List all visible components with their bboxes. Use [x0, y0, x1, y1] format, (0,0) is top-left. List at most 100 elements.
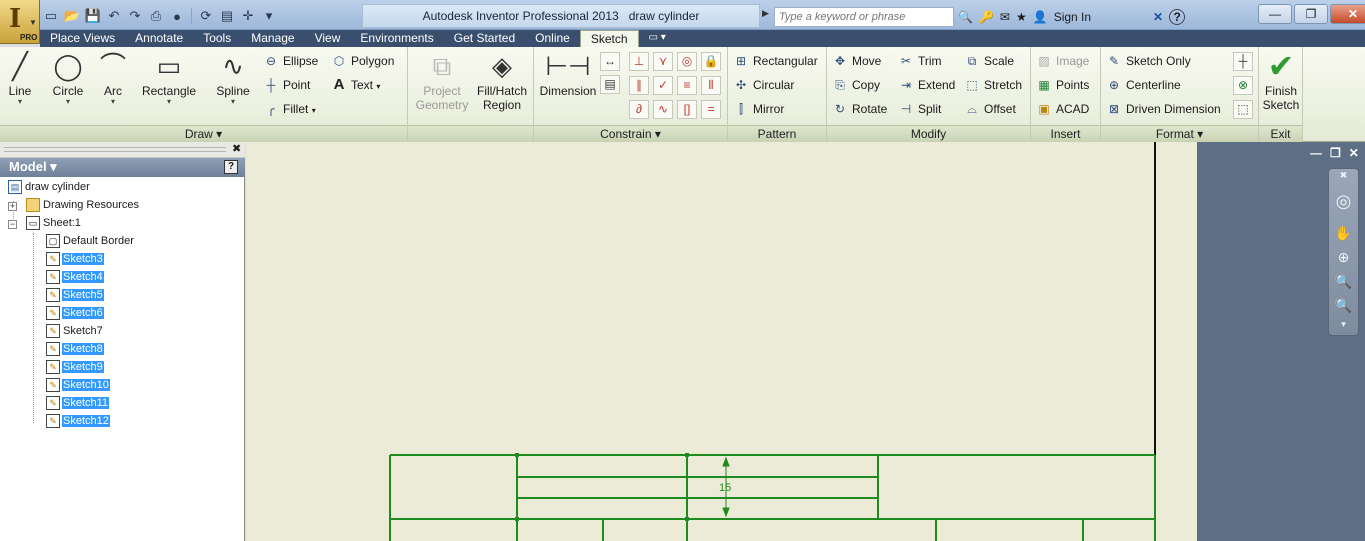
horizontal-icon[interactable]: ≡ [677, 76, 697, 95]
symmetric-icon[interactable]: [] [677, 100, 697, 119]
tree-sketch-item[interactable]: ✎ Sketch5 [46, 287, 104, 305]
line-button[interactable]: ╱ Line ▾ [4, 51, 36, 106]
binoculars-icon[interactable]: 🔍 [958, 10, 973, 24]
steering-wheel-icon[interactable]: ◎ [1329, 191, 1358, 212]
sign-in-link[interactable]: Sign In [1054, 10, 1091, 24]
tab-tools[interactable]: Tools [193, 30, 241, 47]
spline-button[interactable]: ∿ Spline ▾ [212, 51, 254, 106]
tree-default-border[interactable]: ▢ Default Border [46, 233, 135, 251]
mirror-button[interactable]: ⫿ Mirror [732, 99, 784, 119]
customize-dropdown-icon[interactable]: ▾ [260, 7, 278, 25]
restore-button[interactable]: ❐ [1294, 4, 1328, 24]
smooth-icon[interactable]: ∂ [629, 100, 649, 119]
text-button[interactable]: A Text ▾ [330, 75, 381, 95]
print-icon[interactable]: ⎙ [147, 7, 165, 25]
customize-icon[interactable]: ▾ [1329, 319, 1358, 330]
doc-minimize-icon[interactable]: — [1310, 146, 1322, 160]
tab-sketch[interactable]: Sketch [579, 30, 639, 47]
close-button[interactable]: ✕ [1330, 4, 1365, 24]
collapse-icon[interactable]: − [8, 220, 17, 229]
subscription-icon[interactable]: 🔑 [979, 10, 994, 24]
zoom-icon[interactable]: ⊕ [1329, 249, 1358, 266]
fillet-button[interactable]: ╭ Fillet ▾ [262, 99, 315, 119]
application-menu-button[interactable]: I ▼ PRO [0, 0, 40, 44]
sketch-point[interactable] [685, 517, 689, 521]
fill-hatch-button[interactable]: ◈ Fill/Hatch Region [474, 51, 530, 112]
center-point-icon[interactable]: ⊗ [1233, 76, 1253, 95]
exchange-apps-icon[interactable]: ✕ [1153, 10, 1163, 24]
format-panel-label[interactable]: Format ▾ [1101, 125, 1258, 142]
tangent-icon[interactable]: ✓ [653, 76, 673, 95]
tab-online[interactable]: Online [525, 30, 580, 47]
points-button[interactable]: ▦ Points [1035, 75, 1089, 95]
dimension-value[interactable]: 15 [719, 482, 731, 494]
tab-view[interactable]: View [305, 30, 351, 47]
perpendicular-icon[interactable]: ⊥ [629, 52, 649, 71]
point-button[interactable]: ┼ Point [262, 75, 311, 95]
tree-sketch-item[interactable]: ✎ Sketch4 [46, 269, 104, 287]
tree-sketch-item[interactable]: ✎ Sketch11 [46, 395, 110, 413]
tree-sketch-item[interactable]: ✎ Sketch12 [46, 413, 110, 431]
tree-sketch-item[interactable]: ✎ Sketch6 [46, 305, 104, 323]
concentric-icon[interactable]: ◎ [677, 52, 697, 71]
communication-icon[interactable]: ✉ [1000, 10, 1010, 24]
new-file-icon[interactable]: ▭ [42, 7, 60, 25]
vertical-icon[interactable]: ⫴ [701, 76, 721, 95]
sketch-only-button[interactable]: ✎ Sketch Only [1105, 51, 1191, 71]
trim-button[interactable]: ✂ Trim [897, 51, 942, 71]
coincident-icon[interactable]: ⋎ [653, 52, 673, 71]
draw-panel-label[interactable]: Draw ▾ [0, 125, 407, 142]
tree-sketch-item[interactable]: ✎ Sketch9 [46, 359, 104, 377]
show-constraints-icon[interactable]: ▤ [600, 75, 620, 94]
tree-sketch-item[interactable]: ✎ Sketch8 [46, 341, 104, 359]
save-icon[interactable]: 💾 [84, 7, 102, 25]
tree-sketch-item[interactable]: ✎ Sketch3 [46, 251, 104, 269]
tree-drawing-resources[interactable]: Drawing Resources [26, 197, 140, 215]
collinear-icon[interactable]: ∿ [653, 100, 673, 119]
doc-close-icon[interactable]: ✕ [1349, 146, 1359, 160]
open-folder-icon[interactable]: 📂 [63, 7, 81, 25]
constrain-panel-label[interactable]: Constrain ▾ [534, 125, 727, 142]
rotate-button[interactable]: ↻ Rotate [831, 99, 887, 119]
fix-icon[interactable]: 🔒 [701, 52, 721, 71]
zoom-window-icon[interactable]: 🔍 [1329, 273, 1358, 290]
equal-icon[interactable]: = [701, 100, 721, 119]
expand-icon[interactable]: + [8, 202, 17, 211]
scale-button[interactable]: ⧉ Scale [963, 51, 1014, 71]
project-geometry-button[interactable]: ⧉ Project Geometry [414, 51, 470, 112]
finish-sketch-button[interactable]: ✔ Finish Sketch [1261, 50, 1301, 112]
sketch-point[interactable] [515, 517, 519, 521]
minimize-button[interactable]: — [1258, 4, 1292, 24]
drawing-canvas[interactable]: 15 [246, 142, 1197, 541]
circular-pattern-button[interactable]: ✣ Circular [732, 75, 794, 95]
extend-button[interactable]: ⇥ Extend [897, 75, 955, 95]
help-icon[interactable]: ? [1169, 9, 1186, 25]
doc-restore-icon[interactable]: ❐ [1330, 146, 1341, 160]
properties-icon[interactable]: ▤ [218, 7, 236, 25]
zoom-all-icon[interactable]: 🔍 [1329, 297, 1358, 314]
browser-grip-bar[interactable]: ✖ [0, 142, 245, 158]
construction-icon[interactable]: ┼ [1233, 52, 1253, 71]
move-icon[interactable]: ✛ [239, 7, 257, 25]
tree-sheet[interactable]: ▭ Sheet:1 [26, 215, 82, 233]
centerline-button[interactable]: ⊕ Centerline [1105, 75, 1181, 95]
polygon-button[interactable]: ⬡ Polygon [330, 51, 395, 71]
ellipse-button[interactable]: ⊖ Ellipse [262, 51, 318, 71]
tab-manage[interactable]: Manage [241, 30, 304, 47]
ribbon-display-options-icon[interactable]: ▭ ▾ [639, 30, 676, 47]
parallel-icon[interactable]: ∥ [629, 76, 649, 95]
image-button[interactable]: ▨ Image [1035, 51, 1089, 71]
arc-button[interactable]: ⌒ Arc ▾ [98, 51, 128, 106]
update-icon[interactable]: ⟳ [197, 7, 215, 25]
grid-snap-icon[interactable]: ⬚ [1233, 100, 1253, 119]
sketch-point[interactable] [685, 453, 689, 457]
tab-annotate[interactable]: Annotate [125, 30, 193, 47]
tree-sketch-item[interactable]: ✎ Sketch7 [46, 323, 104, 341]
sketch-point[interactable] [515, 453, 519, 457]
tree-sketch-item[interactable]: ✎ Sketch10 [46, 377, 110, 395]
stretch-button[interactable]: ⬚ Stretch [963, 75, 1022, 95]
tab-get-started[interactable]: Get Started [444, 30, 525, 47]
close-icon[interactable]: ✖ [1329, 170, 1358, 181]
dimension-button[interactable]: ⊢⊣ Dimension [538, 51, 598, 98]
rectangle-button[interactable]: ▭ Rectangle ▾ [140, 51, 198, 106]
